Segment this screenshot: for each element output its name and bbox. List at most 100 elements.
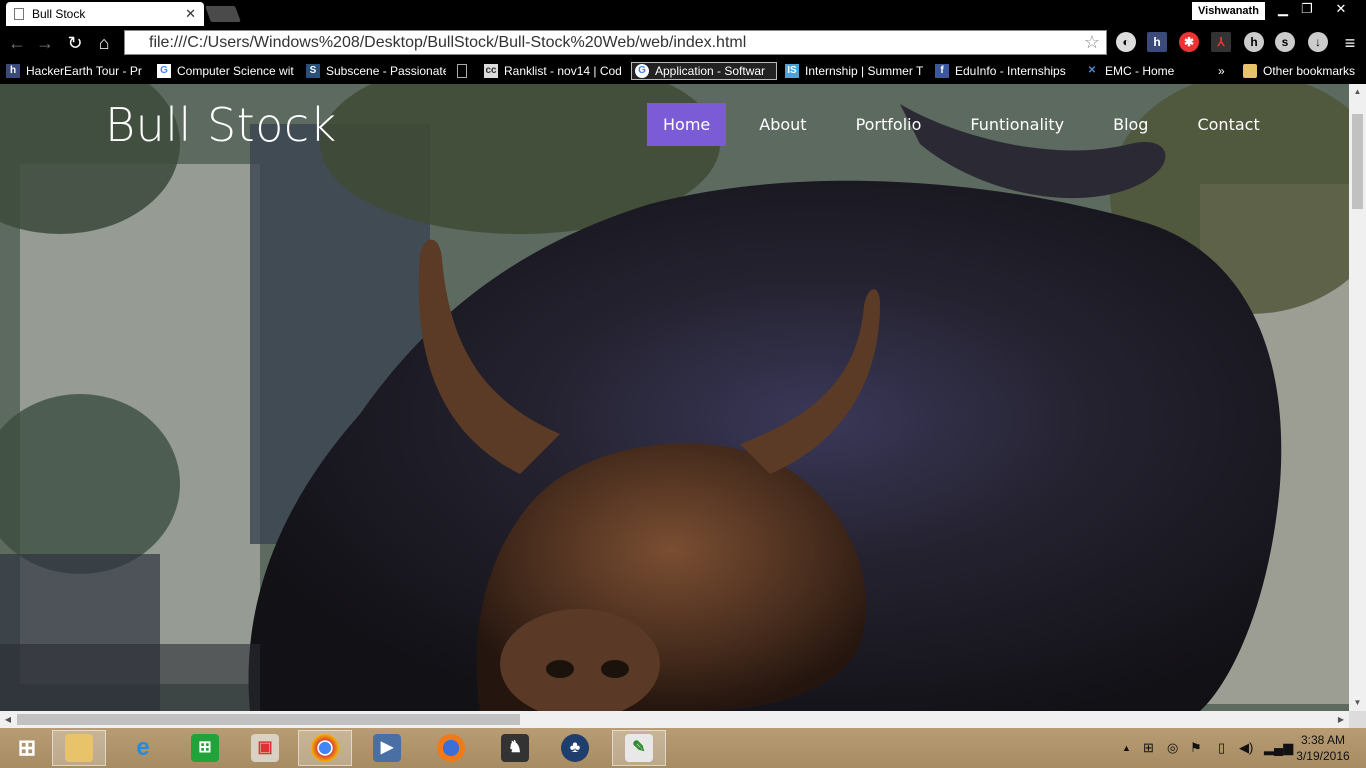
bookmark-label: EMC - Home xyxy=(1105,64,1175,78)
taskbar-notepad[interactable]: ✎ xyxy=(612,730,666,766)
bookmark-label: EduInfo - Internships xyxy=(955,64,1066,78)
other-bookmarks[interactable]: Other bookmarks xyxy=(1243,62,1363,80)
clock-time: 3:38 AM xyxy=(1300,733,1346,747)
horizontal-scrollbar[interactable]: ◀ ▶ xyxy=(0,711,1349,728)
scrollbar-corner xyxy=(1349,711,1366,728)
bookmark-item[interactable]: G Application - Softwar xyxy=(631,62,777,80)
bookmark-label: Ranklist - nov14 | Cod xyxy=(504,64,622,78)
bookmark-item[interactable]: G Computer Science wit xyxy=(157,62,295,80)
browser-tab[interactable]: Bull Stock ✕ xyxy=(6,2,204,26)
back-icon[interactable]: ← xyxy=(6,32,28,54)
title-bar: Bull Stock ✕ Vishwanath ▁ ❐ ✕ xyxy=(0,0,1366,28)
s-extension-icon[interactable]: s xyxy=(1275,32,1295,52)
clock-date: 3/19/2016 xyxy=(1296,749,1350,763)
game-icon: ♞ xyxy=(501,734,529,762)
profile-button[interactable]: Vishwanath xyxy=(1192,2,1265,20)
folder-icon xyxy=(65,734,93,762)
nav-contact[interactable]: Contact xyxy=(1181,103,1275,146)
nav-blog[interactable]: Blog xyxy=(1097,103,1164,146)
bookmarks-overflow-button[interactable]: » xyxy=(1218,62,1232,80)
menu-icon[interactable]: ≡ xyxy=(1339,32,1361,54)
extension-shield-icon[interactable]: ◐ xyxy=(1116,32,1136,52)
bookmarks-bar: h HackerEarth Tour - Pr G Computer Scien… xyxy=(0,58,1366,84)
nav-portfolio[interactable]: Portfolio xyxy=(840,103,938,146)
notepad-icon: ✎ xyxy=(625,734,653,762)
address-bar[interactable]: file:///C:/Users/Windows%208/Desktop/Bul… xyxy=(124,30,1107,55)
firefox-icon xyxy=(437,734,465,762)
vertical-scroll-thumb[interactable] xyxy=(1352,114,1363,209)
windows-tray-icon[interactable]: ⊞ xyxy=(1143,740,1154,756)
tree-app-icon: ♣ xyxy=(561,734,589,762)
subscene-icon: S xyxy=(306,64,320,78)
internet-explorer-icon: e xyxy=(136,734,150,761)
site-logo[interactable]: Bull Stock xyxy=(105,98,337,152)
taskbar-file-explorer[interactable] xyxy=(52,730,106,766)
vertical-scrollbar[interactable]: ▲ ▼ xyxy=(1349,84,1366,711)
google-icon: G xyxy=(635,64,649,78)
scroll-left-icon[interactable]: ◀ xyxy=(0,711,16,728)
bookmark-star-icon[interactable]: ☆ xyxy=(1084,31,1100,54)
volume-icon[interactable]: ◀) xyxy=(1239,740,1253,756)
battery-icon[interactable]: ▯ xyxy=(1218,740,1225,756)
codechef-icon: cc xyxy=(484,64,498,78)
nav-about[interactable]: About xyxy=(743,103,822,146)
start-button[interactable]: ⊞ xyxy=(0,730,54,766)
bookmark-item[interactable]: IS Internship | Summer T xyxy=(785,62,925,80)
bookmark-item[interactable]: f EduInfo - Internships xyxy=(935,62,1075,80)
taskbar-store[interactable]: ⊞ xyxy=(178,730,232,766)
h-extension-icon[interactable]: h xyxy=(1244,32,1264,52)
download-extension-icon[interactable]: ↓ xyxy=(1308,32,1328,52)
restore-icon[interactable]: ❐ xyxy=(1292,0,1322,20)
bookmark-label: Application - Softwar xyxy=(655,64,766,78)
windows-logo-icon: ⊞ xyxy=(17,735,37,760)
new-tab-button[interactable] xyxy=(205,6,241,22)
system-clock[interactable]: 3:38 AM 3/19/2016 xyxy=(1288,732,1358,764)
hackerearth-icon: h xyxy=(6,64,20,78)
horizontal-scroll-thumb[interactable] xyxy=(17,714,520,725)
taskbar-app[interactable]: ▣ xyxy=(238,730,292,766)
scroll-right-icon[interactable]: ▶ xyxy=(1333,711,1349,728)
nav-funtionality[interactable]: Funtionality xyxy=(954,103,1080,146)
facebook-icon: f xyxy=(935,64,949,78)
taskbar-internet-explorer[interactable]: e xyxy=(116,730,170,766)
taskbar-media-player[interactable]: ▶ xyxy=(360,730,414,766)
chrome-icon xyxy=(311,734,339,762)
bookmark-item[interactable] xyxy=(457,62,477,80)
app-tray-icon[interactable]: ◎ xyxy=(1167,740,1178,756)
page-icon xyxy=(457,64,467,78)
close-window-icon[interactable]: ✕ xyxy=(1326,0,1356,20)
page-icon xyxy=(14,8,24,20)
toolbox-icon: ▣ xyxy=(251,734,279,762)
taskbar-app-tree[interactable]: ♣ xyxy=(548,730,602,766)
scroll-down-icon[interactable]: ▼ xyxy=(1349,695,1366,711)
reload-icon[interactable]: ↻ xyxy=(64,32,86,54)
bookmark-label: Subscene - Passionate xyxy=(326,64,446,78)
store-icon: ⊞ xyxy=(191,734,219,762)
hackerearth-extension-icon[interactable]: h xyxy=(1147,32,1167,52)
folder-icon xyxy=(1243,64,1257,78)
flag-icon[interactable]: ⚑ xyxy=(1190,740,1202,756)
bookmark-label: Internship | Summer T xyxy=(805,64,924,78)
tab-title: Bull Stock xyxy=(32,7,86,21)
bookmark-item[interactable]: S Subscene - Passionate xyxy=(306,62,446,80)
bookmark-item[interactable]: h HackerEarth Tour - Pr xyxy=(6,62,148,80)
tray-overflow-icon[interactable]: ▲ xyxy=(1122,743,1131,753)
pdf-extension-icon[interactable]: ⅄ xyxy=(1211,32,1231,52)
taskbar-firefox[interactable] xyxy=(424,730,478,766)
bookmark-item[interactable]: cc Ranklist - nov14 | Cod xyxy=(484,62,624,80)
taskbar-chrome[interactable] xyxy=(298,730,352,766)
nav-home[interactable]: Home xyxy=(647,103,727,146)
other-bookmarks-label: Other bookmarks xyxy=(1263,64,1356,78)
scroll-up-icon[interactable]: ▲ xyxy=(1349,84,1366,100)
bookmark-item[interactable]: ✕ EMC - Home xyxy=(1085,62,1185,80)
emc-icon: ✕ xyxy=(1087,65,1097,76)
close-tab-icon[interactable]: ✕ xyxy=(185,6,196,22)
hero-background-image xyxy=(0,84,1349,711)
windows-taskbar: ⊞ e ⊞ ▣ ▶ ♞ ♣ ✎ ▲ ⊞ ◎ ⚑ ▯ ◀) ▂▄▆ 3:38 AM… xyxy=(0,728,1366,768)
bookmark-label: HackerEarth Tour - Pr xyxy=(26,64,142,78)
taskbar-game[interactable]: ♞ xyxy=(488,730,542,766)
url-text: file:///C:/Users/Windows%208/Desktop/Bul… xyxy=(149,34,747,51)
forward-icon[interactable]: → xyxy=(34,32,56,54)
lastpass-extension-icon[interactable]: ✱ xyxy=(1179,32,1199,52)
home-icon[interactable]: ⌂ xyxy=(93,32,115,54)
